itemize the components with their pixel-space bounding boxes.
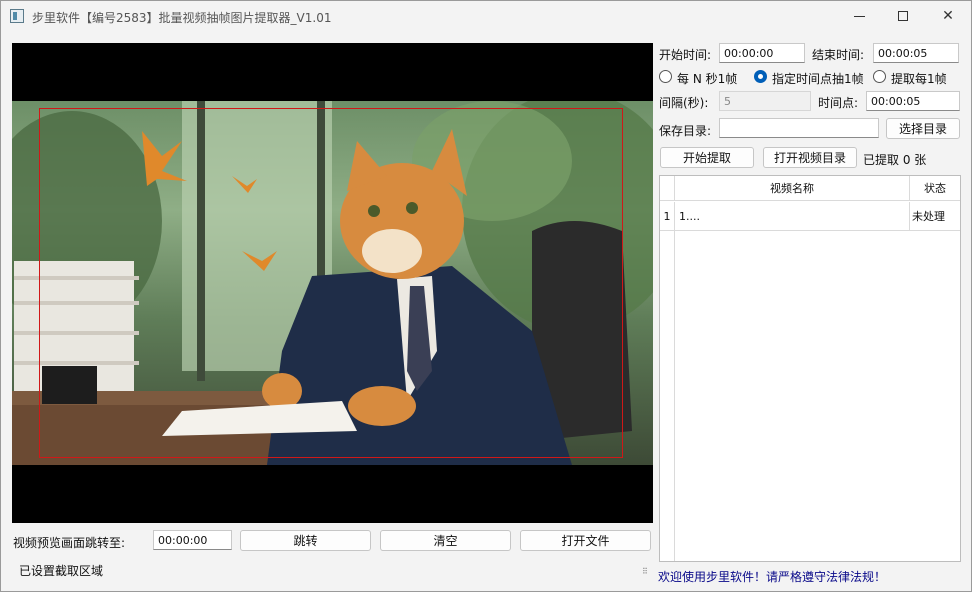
jump-time-input[interactable]: 00:00:00 xyxy=(153,530,232,550)
resize-grip-icon: ⠿ xyxy=(642,567,648,576)
mode-label-every-frame: 提取每1帧 xyxy=(891,72,947,86)
save-dir-label: 保存目录: xyxy=(659,124,712,138)
footer-message: 欢迎使用步里软件！请严格遵守法律法规！ xyxy=(658,570,887,584)
maximize-button[interactable] xyxy=(880,1,926,31)
index-column-divider xyxy=(674,231,675,561)
end-time-input[interactable]: 00:00:05 xyxy=(873,43,959,63)
clear-button[interactable]: 清空 xyxy=(380,530,511,551)
maximize-icon xyxy=(898,11,908,21)
row-divider xyxy=(660,230,960,231)
row-index: 1 xyxy=(660,202,675,230)
row-status: 未处理 xyxy=(912,210,945,223)
window-title: 步里软件【编号2583】批量视频抽帧图片提取器_V1.01 xyxy=(32,11,332,25)
end-time-label: 结束时间: xyxy=(812,48,865,62)
jump-label: 视频预览画面跳转至: xyxy=(13,536,126,550)
title-bar: 步里软件【编号2583】批量视频抽帧图片提取器_V1.01 ✕ xyxy=(1,1,971,33)
mode-label-timepoint: 指定时间点抽1帧 xyxy=(772,72,864,86)
mode-radio-timepoint[interactable] xyxy=(754,70,767,83)
column-header-video-name[interactable]: 视频名称 xyxy=(675,176,910,201)
app-window: 步里软件【编号2583】批量视频抽帧图片提取器_V1.01 ✕ 视频预览画面跳转… xyxy=(0,0,972,592)
close-button[interactable]: ✕ xyxy=(925,1,971,31)
timepoint-label: 时间点: xyxy=(818,96,859,110)
video-preview[interactable] xyxy=(12,43,653,523)
open-file-button[interactable]: 打开文件 xyxy=(520,530,651,551)
row-column-divider xyxy=(909,202,910,230)
interval-input[interactable]: 5 xyxy=(719,91,811,111)
save-dir-input[interactable] xyxy=(719,118,879,138)
table-corner-header xyxy=(660,176,675,201)
interval-label: 间隔(秒): xyxy=(659,96,709,110)
jump-button[interactable]: 跳转 xyxy=(240,530,371,551)
close-icon: ✕ xyxy=(942,8,954,24)
start-extract-button[interactable]: 开始提取 xyxy=(660,147,754,168)
start-time-input[interactable]: 00:00:00 xyxy=(719,43,805,63)
mode-radio-every-frame[interactable] xyxy=(873,70,886,83)
minimize-button[interactable] xyxy=(836,1,882,31)
timepoint-input[interactable]: 00:00:05 xyxy=(866,91,960,111)
mode-radio-every-n-seconds[interactable] xyxy=(659,70,672,83)
mode-label-every-n-seconds: 每 N 秒1帧 xyxy=(677,72,738,86)
start-time-label: 开始时间: xyxy=(659,48,712,62)
open-video-dir-button[interactable]: 打开视频目录 xyxy=(763,147,857,168)
crop-region-box[interactable] xyxy=(39,108,623,458)
video-list-table[interactable]: 视频名称 状态 1 1.... 未处理 xyxy=(659,175,961,562)
app-icon xyxy=(10,9,24,23)
minimize-icon xyxy=(853,15,865,17)
region-status-text: 已设置截取区域 xyxy=(19,564,104,578)
row-video-name[interactable]: 1.... xyxy=(679,202,909,230)
choose-dir-button[interactable]: 选择目录 xyxy=(886,118,960,139)
column-header-status[interactable]: 状态 xyxy=(910,176,960,201)
extracted-count-text: 已提取 0 张 xyxy=(863,153,927,167)
